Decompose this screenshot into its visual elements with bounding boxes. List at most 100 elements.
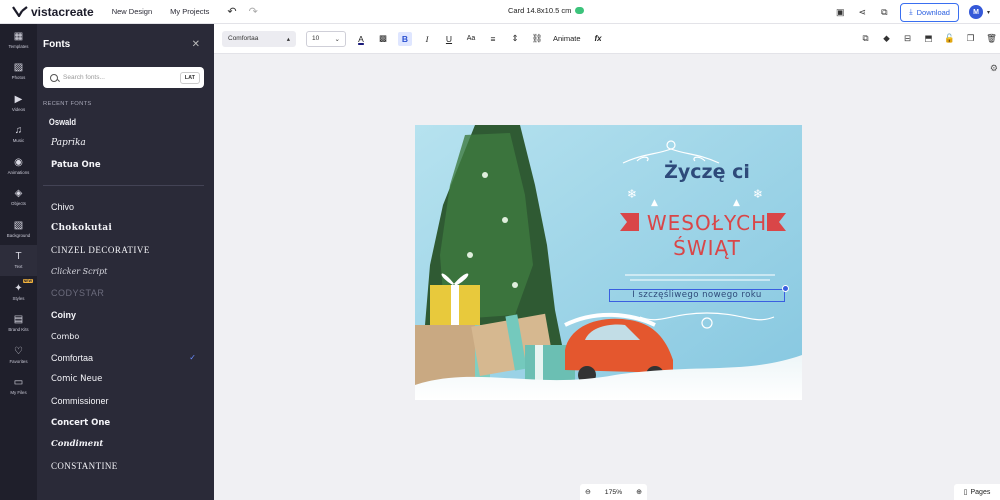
download-icon: ⤓ — [909, 7, 913, 16]
zoom-in-icon[interactable]: ⊕ — [636, 488, 642, 496]
rail-item-videos[interactable]: ▶ Videos — [0, 87, 37, 119]
text-color-icon[interactable]: A — [354, 32, 368, 46]
trash-icon[interactable]: 🗑 — [985, 32, 998, 45]
font-name: Commissioner — [51, 395, 109, 406]
layers-duplicate-icon[interactable]: ⧉ — [859, 32, 872, 45]
font-size-value: 10 — [312, 35, 320, 42]
rail-item-my-files[interactable]: ▭ My Files — [0, 371, 37, 403]
font-family-select[interactable]: Comfortaa ▴ — [222, 30, 296, 47]
left-rail: ▦ Templates ▨ Photos ▶ Videos ♫ Music ◉ Anima… — [0, 24, 37, 500]
animations-icon: ◉ — [14, 156, 23, 168]
font-item-combo[interactable]: Combo — [37, 325, 214, 347]
cloud-saved-icon — [575, 7, 585, 14]
group-icon[interactable]: ⬒ — [922, 32, 935, 45]
font-name: Chokokutai — [51, 223, 113, 234]
pages-label: Pages — [970, 488, 991, 496]
font-item-coiny[interactable]: Coiny — [37, 304, 214, 326]
align-objects-icon[interactable]: ⊟ — [901, 32, 914, 45]
search-input[interactable] — [63, 74, 180, 81]
font-search-box: LAT — [43, 67, 204, 88]
zoom-out-icon[interactable]: ⊖ — [585, 488, 591, 496]
font-item-chivo[interactable]: Chivo — [37, 196, 214, 218]
font-item-chokokutai[interactable]: Chokokutai — [37, 217, 214, 239]
font-item-condiment[interactable]: Condiment — [37, 433, 214, 455]
font-item-commissioner[interactable]: Commissioner — [37, 390, 214, 412]
design-canvas[interactable]: ❄ ❄ ▲ ▲ Życzę ci WESOŁYCH ŚWIĄT I szczęś… — [415, 125, 802, 400]
zoom-level[interactable]: 175% — [605, 489, 622, 496]
font-size-select[interactable]: 10 ⌄ — [306, 30, 346, 47]
download-button[interactable]: ⤓ Download — [900, 2, 959, 22]
greeting-text[interactable]: Życzę ci — [637, 161, 777, 183]
animate-button[interactable]: Animate — [553, 34, 581, 43]
my-projects-link[interactable]: My Projects — [170, 7, 209, 16]
font-name: CODYSTAR — [51, 287, 105, 298]
close-icon[interactable]: ✕ — [192, 39, 200, 50]
title-line-2[interactable]: ŚWIĄT — [637, 236, 777, 260]
new-badge: NEW — [22, 279, 33, 283]
rail-item-text[interactable]: T Text — [0, 244, 37, 276]
chevron-down-icon[interactable]: ▾ — [987, 9, 990, 16]
rail-item-photos[interactable]: ▨ Photos — [0, 56, 37, 88]
font-name: CONSTANTINE — [51, 460, 118, 471]
comments-icon[interactable]: ▣ — [834, 6, 846, 18]
redo-icon[interactable]: ↷ — [249, 5, 258, 18]
recent-fonts-label: RECENT FONTS — [43, 101, 92, 107]
link-icon[interactable]: ⛓ — [530, 32, 544, 46]
font-name: Condiment — [51, 439, 104, 450]
rail-item-animations[interactable]: ◉ Animations — [0, 150, 37, 182]
subtitle-text: I szczęśliwego nowego roku — [632, 290, 762, 300]
effects-button[interactable]: fx — [595, 34, 602, 43]
font-item-patua-one[interactable]: Patua One — [37, 154, 214, 176]
rail-item-favorites[interactable]: ♡ Favorites — [0, 339, 37, 371]
rail-label: Objects — [11, 201, 26, 207]
new-design-link[interactable]: New Design — [112, 7, 152, 16]
rail-item-templates[interactable]: ▦ Templates — [0, 24, 37, 56]
font-item-paprika[interactable]: Paprika — [37, 133, 214, 155]
font-item-oswald[interactable]: Oswald — [37, 111, 187, 133]
title-line-1[interactable]: WESOŁYCH — [637, 211, 777, 235]
avatar[interactable]: M — [968, 5, 983, 19]
rail-item-brand-kits[interactable]: ▤ Brand Kits — [0, 308, 37, 340]
subtitle-text-selected[interactable]: I szczęśliwego nowego roku — [609, 285, 789, 302]
document-title[interactable]: Card 14.8x10.5 cm — [508, 6, 585, 15]
unlock-icon[interactable]: 🔓 — [943, 32, 956, 45]
line-spacing-icon[interactable]: ⇕ — [508, 32, 522, 46]
rail-label: Styles — [12, 295, 25, 301]
font-name: Coiny — [51, 309, 77, 320]
font-item-clicker-script[interactable]: Clicker Script — [37, 261, 214, 283]
font-item-codystar[interactable]: CODYSTAR — [37, 282, 214, 304]
font-item-comic-neue[interactable]: Comic Neue — [37, 369, 214, 391]
font-name: Paprika — [51, 138, 86, 149]
rail-item-background[interactable]: ▧ Background — [0, 213, 37, 245]
underline-icon[interactable]: U — [442, 32, 456, 46]
case-icon[interactable]: Aa — [464, 32, 478, 46]
rail-item-styles[interactable]: NEW ✦ Styles — [0, 276, 37, 308]
rail-label: Templates — [8, 43, 29, 49]
font-item-comfortaa[interactable]: Comfortaa ✓ — [37, 347, 214, 369]
font-name: Patua One — [51, 159, 101, 170]
undo-icon[interactable]: ↶ — [227, 5, 236, 18]
texture-icon[interactable]: ▩ — [376, 32, 390, 46]
rail-item-music[interactable]: ♫ Music — [0, 119, 37, 151]
music-icon: ♫ — [14, 125, 23, 137]
pages-button[interactable]: ▯ Pages — [954, 484, 1000, 500]
copy-icon[interactable]: ❐ — [964, 32, 977, 45]
font-item-cinzel-decorative[interactable]: CINZEL DECORATIVE — [37, 239, 214, 261]
logo[interactable]: vistacreate — [12, 5, 94, 19]
resize-handle[interactable] — [782, 285, 789, 292]
font-item-concert-one[interactable]: Concert One — [37, 412, 214, 434]
font-name: Clicker Script — [51, 266, 108, 276]
chevron-down-icon: ⌄ — [334, 35, 340, 43]
align-center-icon[interactable]: ≡ — [486, 32, 500, 46]
layers-icon[interactable]: ◆ — [880, 32, 893, 45]
font-item-constantine[interactable]: CONSTANTINE — [37, 455, 214, 477]
italic-icon[interactable]: I — [420, 32, 434, 46]
language-toggle[interactable]: LAT — [179, 71, 200, 84]
resize-icon[interactable]: ⧉ — [878, 6, 890, 18]
share-icon[interactable]: ⋖ — [856, 6, 868, 18]
bold-icon[interactable]: B — [398, 31, 412, 46]
rail-label: Background — [6, 232, 31, 238]
font-family-value: Comfortaa — [228, 35, 259, 42]
rail-item-objects[interactable]: ◈ Objects — [0, 182, 37, 214]
gear-icon[interactable]: ⚙ — [990, 63, 998, 74]
